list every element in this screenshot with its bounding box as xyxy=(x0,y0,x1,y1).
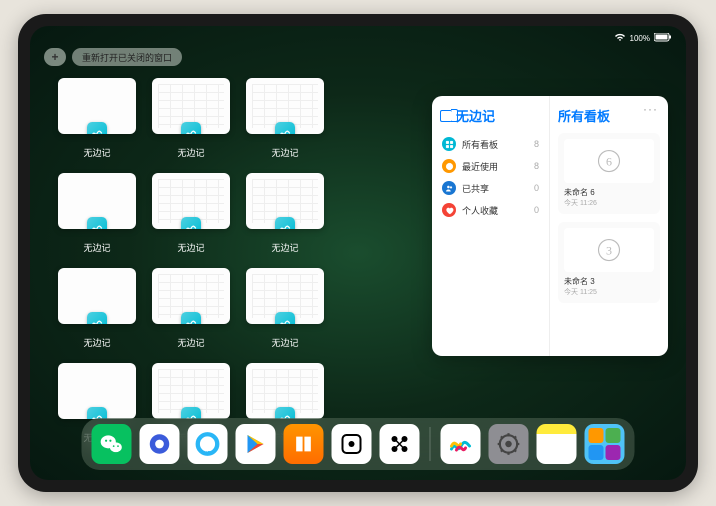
panel-title: 无边记 xyxy=(440,106,541,125)
sidebar-item-label: 已共享 xyxy=(462,182,489,195)
play-icon[interactable] xyxy=(236,424,276,464)
svg-text:3: 3 xyxy=(606,244,612,258)
dock: HD xyxy=(82,418,635,470)
wechat-icon[interactable] xyxy=(92,424,132,464)
book-icon xyxy=(440,110,452,122)
board-preview: 3 xyxy=(564,228,654,272)
app-window[interactable]: 无边记 xyxy=(58,173,136,254)
sidebar-item[interactable]: 个人收藏 0 xyxy=(440,199,541,221)
app-label: 无边记 xyxy=(271,241,298,254)
window-thumbnail xyxy=(152,268,230,324)
svg-text:6: 6 xyxy=(606,155,612,169)
sidebar-item-label: 最近使用 xyxy=(462,160,498,173)
app-label: 无边记 xyxy=(177,336,204,349)
sidebar-item[interactable]: 已共享 0 xyxy=(440,177,541,199)
freeform-icon xyxy=(181,122,201,134)
board-date: 今天 11:26 xyxy=(564,198,654,208)
window-thumbnail xyxy=(246,268,324,324)
window-thumbnail xyxy=(58,268,136,324)
window-thumbnail xyxy=(246,173,324,229)
status-bar: 100% xyxy=(30,30,686,46)
dock-separator xyxy=(430,427,431,461)
books-icon[interactable] xyxy=(284,424,324,464)
board-preview: 6 xyxy=(564,139,654,183)
sidebar-item-count: 8 xyxy=(534,161,539,171)
battery-label: 100% xyxy=(630,34,650,43)
dice-icon[interactable] xyxy=(332,424,372,464)
svg-text:HD: HD xyxy=(204,451,212,457)
new-window-button[interactable]: + xyxy=(44,48,66,66)
app-window[interactable]: 无边记 xyxy=(152,268,230,349)
sidebar-item-label: 所有看板 xyxy=(462,138,498,151)
app-label: 无边记 xyxy=(177,146,204,159)
more-icon[interactable]: ··· xyxy=(643,102,658,116)
app-window[interactable]: 无边记 xyxy=(152,173,230,254)
app-switcher-grid: 无边记 无边记 无边记 无边记 无边记 无边记 无边记 无边记 xyxy=(58,78,428,444)
freeform-panel: ··· 无边记 所有看板 8 最近使用 8 已共享 0 个人收藏 0 所有看板 … xyxy=(432,96,668,356)
sidebar-item[interactable]: 所有看板 8 xyxy=(440,133,541,155)
app-window[interactable]: 无边记 xyxy=(58,78,136,159)
sidebar-item[interactable]: 最近使用 8 xyxy=(440,155,541,177)
board-card[interactable]: 3 未命名 3 今天 11:25 xyxy=(558,222,660,303)
freeform-icon[interactable] xyxy=(441,424,481,464)
app-label: 无边记 xyxy=(83,241,110,254)
sidebar-item-label: 个人收藏 xyxy=(462,204,498,217)
freeform-icon xyxy=(181,312,201,324)
panel-content: 所有看板 6 未命名 6 今天 11:26 3 未命名 3 今天 11:25 xyxy=(550,96,668,356)
folder-icon[interactable] xyxy=(585,424,625,464)
people-icon xyxy=(442,181,456,195)
quark-icon[interactable] xyxy=(140,424,180,464)
window-thumbnail xyxy=(58,363,136,419)
board-date: 今天 11:25 xyxy=(564,287,654,297)
app-window[interactable]: 无边记 xyxy=(152,78,230,159)
window-thumbnail xyxy=(58,78,136,134)
freeform-icon xyxy=(181,217,201,229)
app-label: 无边记 xyxy=(83,336,110,349)
freeform-icon xyxy=(87,217,107,229)
connect-icon[interactable] xyxy=(380,424,420,464)
clock-icon xyxy=(442,159,456,173)
freeform-icon xyxy=(87,312,107,324)
wifi-icon xyxy=(614,33,626,44)
panel-sidebar: 无边记 所有看板 8 最近使用 8 已共享 0 个人收藏 0 xyxy=(432,96,550,356)
app-label: 无边记 xyxy=(83,146,110,159)
app-label: 无边记 xyxy=(177,241,204,254)
heart-icon xyxy=(442,203,456,217)
qqbrowser-icon[interactable]: HD xyxy=(188,424,228,464)
notes-icon[interactable] xyxy=(537,424,577,464)
reopen-closed-window-button[interactable]: 重新打开已关闭的窗口 xyxy=(72,48,182,66)
window-thumbnail xyxy=(246,78,324,134)
ipad-frame: 100% + 重新打开已关闭的窗口 无边记 无边记 无边记 无边记 无边记 xyxy=(18,14,698,492)
app-window[interactable]: 无边记 xyxy=(246,268,324,349)
freeform-icon xyxy=(275,217,295,229)
board-card[interactable]: 6 未命名 6 今天 11:26 xyxy=(558,133,660,214)
sidebar-item-count: 0 xyxy=(534,205,539,215)
app-label: 无边记 xyxy=(271,146,298,159)
freeform-icon xyxy=(275,312,295,324)
window-thumbnail xyxy=(152,78,230,134)
freeform-icon xyxy=(87,122,107,134)
window-thumbnail xyxy=(152,173,230,229)
sidebar-item-count: 0 xyxy=(534,183,539,193)
app-window[interactable]: 无边记 xyxy=(246,78,324,159)
screen: 100% + 重新打开已关闭的窗口 无边记 无边记 无边记 无边记 无边记 xyxy=(30,26,686,480)
sidebar-item-count: 8 xyxy=(534,139,539,149)
battery-icon xyxy=(654,33,672,44)
freeform-icon xyxy=(275,122,295,134)
board-name: 未命名 3 xyxy=(564,276,654,287)
app-window[interactable]: 无边记 xyxy=(58,268,136,349)
settings-icon[interactable] xyxy=(489,424,529,464)
grid-icon xyxy=(442,137,456,151)
board-name: 未命名 6 xyxy=(564,187,654,198)
app-label: 无边记 xyxy=(271,336,298,349)
window-thumbnail xyxy=(246,363,324,419)
window-thumbnail xyxy=(152,363,230,419)
window-thumbnail xyxy=(58,173,136,229)
app-window[interactable]: 无边记 xyxy=(246,173,324,254)
